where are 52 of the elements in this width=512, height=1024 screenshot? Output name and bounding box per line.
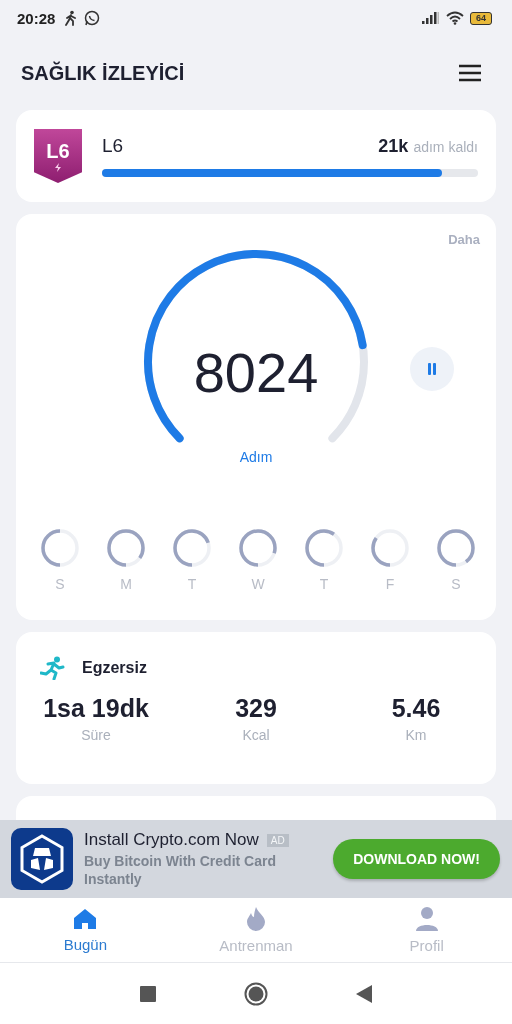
day-progress-ring <box>106 528 146 568</box>
day-label: T <box>187 576 197 592</box>
flame-icon <box>246 906 266 931</box>
walking-icon <box>64 10 79 26</box>
stat-value: 329 <box>235 694 277 723</box>
nav-tab[interactable]: Antrenman <box>170 898 342 962</box>
app-title: SAĞLIK İZLEYİCİ <box>21 61 186 85</box>
menu-icon[interactable] <box>459 64 481 82</box>
stat-label: Kcal <box>242 727 270 743</box>
stat-label: Km <box>405 727 427 743</box>
hexagon-logo-icon <box>11 828 73 890</box>
steps-remaining: 21k adım kaldı <box>378 136 478 157</box>
day-label: S <box>55 576 65 592</box>
pause-icon <box>426 363 438 375</box>
person-icon <box>415 906 438 931</box>
ad-description: Buy Bitcoin With Credit Card Instantly <box>84 852 277 888</box>
step-count: 8024 <box>193 340 319 405</box>
day-label: W <box>251 576 265 592</box>
running-icon <box>40 656 66 680</box>
day-label: F <box>385 576 395 592</box>
day-label: M <box>120 576 132 592</box>
home-button-icon[interactable] <box>244 981 268 1006</box>
back-icon[interactable] <box>356 984 372 1003</box>
exercise-title: Egzersiz <box>82 659 147 677</box>
day-progress-ring <box>40 528 80 568</box>
nav-tab[interactable]: Bugün <box>0 898 171 962</box>
stat-value: 5.46 <box>391 694 441 723</box>
day-progress-ring <box>436 528 476 568</box>
ad-title[interactable]: Install Crypto.com Now <box>84 830 259 850</box>
stat-label: Süre <box>81 727 111 743</box>
battery-icon: 64 <box>470 11 492 25</box>
level-name: L6 <box>102 135 124 157</box>
home-icon <box>73 907 98 930</box>
stat-value: 1sa 19dk <box>43 694 149 723</box>
wifi-icon <box>446 11 464 25</box>
signal-icon <box>422 12 440 24</box>
more-link[interactable]: Daha <box>448 232 480 247</box>
status-time: 20:28 <box>17 9 56 27</box>
download-button[interactable]: DOWNLOAD NOW! <box>333 839 500 879</box>
level-badge: L6 <box>34 129 82 183</box>
recents-icon[interactable] <box>140 985 156 1002</box>
day-label: S <box>451 576 461 592</box>
chat-icon <box>84 10 101 26</box>
day-progress-ring <box>238 528 278 568</box>
day-label: T <box>319 576 329 592</box>
day-progress-ring <box>370 528 410 568</box>
pause-button[interactable] <box>410 347 454 391</box>
day-progress-ring <box>172 528 212 568</box>
step-unit: Adım <box>239 449 273 465</box>
day-progress-ring <box>304 528 344 568</box>
ad-tag: AD <box>266 833 289 847</box>
nav-tab[interactable]: Profil <box>341 898 512 962</box>
